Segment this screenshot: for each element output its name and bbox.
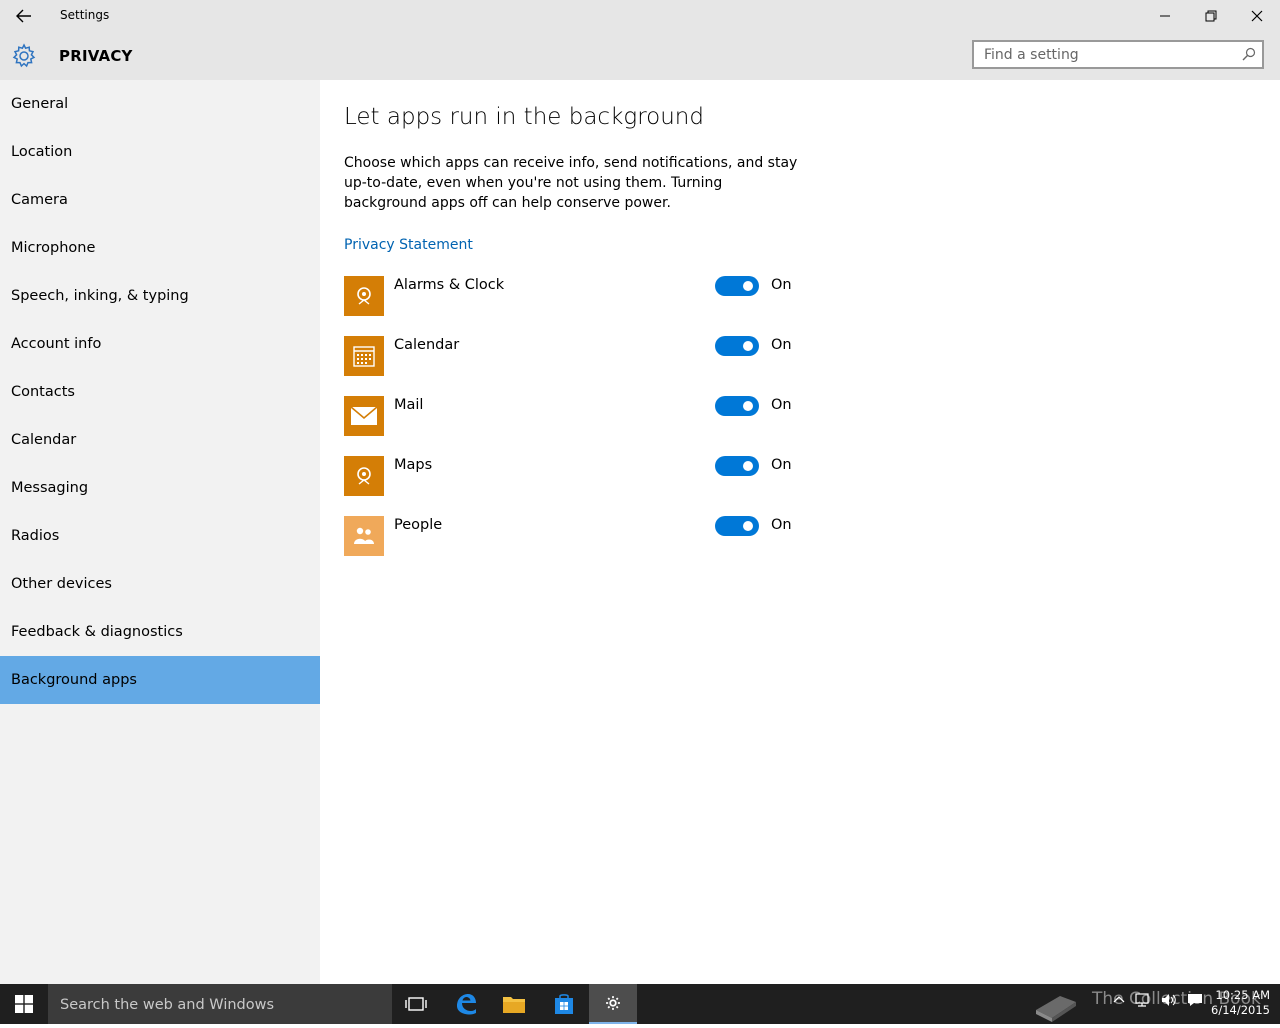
file-explorer-button[interactable]: [490, 984, 538, 1024]
sidebar-item-speech-inking-typing[interactable]: Speech, inking, & typing: [0, 272, 320, 320]
alarms-clock-icon: [344, 276, 384, 316]
toggle-knob: [743, 401, 753, 411]
sidebar-item-radios[interactable]: Radios: [0, 512, 320, 560]
clock[interactable]: 10:25 AM 6/14/2015: [1210, 988, 1270, 1018]
toggle-state-label: On: [771, 277, 792, 293]
clock-time: 10:25 AM: [1215, 988, 1270, 1002]
sidebar-item-microphone[interactable]: Microphone: [0, 224, 320, 272]
toggle-knob: [743, 521, 753, 531]
back-button[interactable]: [8, 4, 40, 28]
calendar-icon: [344, 336, 384, 376]
sidebar-item-contacts[interactable]: Contacts: [0, 368, 320, 416]
action-center-icon[interactable]: [1186, 992, 1204, 1008]
app-name: Maps: [394, 457, 433, 473]
settings-search-input[interactable]: [974, 42, 1246, 67]
app-name: Mail: [394, 397, 424, 413]
task-view-icon: [405, 997, 427, 1011]
windows-logo-icon: [15, 995, 33, 1013]
toggle-state-label: On: [771, 397, 792, 413]
taskbar: The Collection Book 10:25 AM 6/14/2015: [0, 984, 1280, 1026]
clock-date: 6/14/2015: [1211, 1003, 1270, 1017]
sidebar-item-other-devices[interactable]: Other devices: [0, 560, 320, 608]
toggle-knob: [743, 461, 753, 471]
toggle-state-label: On: [771, 457, 792, 473]
settings-search-box[interactable]: [972, 40, 1264, 69]
app-row-people: People On: [344, 516, 804, 556]
app-row-maps: Maps On: [344, 456, 804, 496]
main-content: Let apps run in the background Choose wh…: [320, 80, 1280, 984]
page-description: Choose which apps can receive info, send…: [344, 155, 798, 211]
gear-icon: [12, 43, 36, 68]
app-row-mail: Mail On: [344, 396, 804, 436]
sidebar-item-messaging[interactable]: Messaging: [0, 464, 320, 512]
people-toggle[interactable]: [715, 516, 759, 536]
header: PRIVACY: [0, 32, 1280, 80]
app-name: Calendar: [394, 337, 460, 353]
restore-button[interactable]: [1188, 0, 1234, 32]
store-icon: [555, 994, 573, 1014]
app-name: Alarms & Clock: [394, 277, 505, 293]
task-view-button[interactable]: [392, 984, 440, 1024]
system-tray: [1112, 992, 1204, 1008]
restore-icon: [1205, 10, 1217, 22]
app-name: People: [394, 517, 443, 533]
section-title: PRIVACY: [59, 47, 133, 65]
title-bar: Settings: [0, 0, 1280, 32]
taskbar-search-box[interactable]: [48, 984, 392, 1026]
close-icon: [1251, 10, 1263, 22]
sidebar-item-account-info[interactable]: Account info: [0, 320, 320, 368]
mail-icon: [344, 396, 384, 436]
sidebar-item-location[interactable]: Location: [0, 128, 320, 176]
close-button[interactable]: [1234, 0, 1280, 32]
book-watermark-icon: [1030, 984, 1082, 1024]
sidebar-item-background-apps[interactable]: Background apps: [0, 656, 320, 704]
network-icon[interactable]: [1134, 992, 1152, 1008]
app-row-alarms-clock: Alarms & Clock On: [344, 276, 804, 316]
sidebar-item-feedback-diagnostics[interactable]: Feedback & diagnostics: [0, 608, 320, 656]
window-title: Settings: [60, 8, 110, 22]
minimize-button[interactable]: [1142, 0, 1188, 32]
settings-taskbar-button[interactable]: [589, 984, 637, 1024]
sidebar-item-calendar[interactable]: Calendar: [0, 416, 320, 464]
sidebar-item-camera[interactable]: Camera: [0, 176, 320, 224]
store-button[interactable]: [540, 984, 588, 1024]
privacy-statement-link[interactable]: Privacy Statement: [344, 237, 473, 253]
app-row-calendar: Calendar On: [344, 336, 804, 376]
maps-toggle[interactable]: [715, 456, 759, 476]
start-button[interactable]: [0, 984, 48, 1024]
back-arrow-icon: [16, 9, 31, 23]
people-icon: [344, 516, 384, 556]
edge-icon: [457, 994, 476, 1015]
page-title: Let apps run in the background: [344, 104, 704, 130]
sidebar-item-general[interactable]: General: [0, 80, 320, 128]
minimize-icon: [1160, 15, 1170, 17]
alarms-clock-toggle[interactable]: [715, 276, 759, 296]
volume-icon[interactable]: [1160, 992, 1178, 1008]
calendar-toggle[interactable]: [715, 336, 759, 356]
settings-gear-icon: [606, 996, 620, 1010]
search-icon[interactable]: [1242, 47, 1256, 61]
toggle-knob: [743, 281, 753, 291]
mail-toggle[interactable]: [715, 396, 759, 416]
sidebar: General Location Camera Microphone Speec…: [0, 80, 320, 984]
chevron-up-icon[interactable]: [1112, 992, 1126, 1006]
taskbar-search-input[interactable]: [48, 984, 392, 1026]
edge-button[interactable]: [442, 984, 490, 1024]
folder-icon: [503, 997, 525, 1013]
toggle-state-label: On: [771, 517, 792, 533]
maps-icon: [344, 456, 384, 496]
toggle-state-label: On: [771, 337, 792, 353]
toggle-knob: [743, 341, 753, 351]
